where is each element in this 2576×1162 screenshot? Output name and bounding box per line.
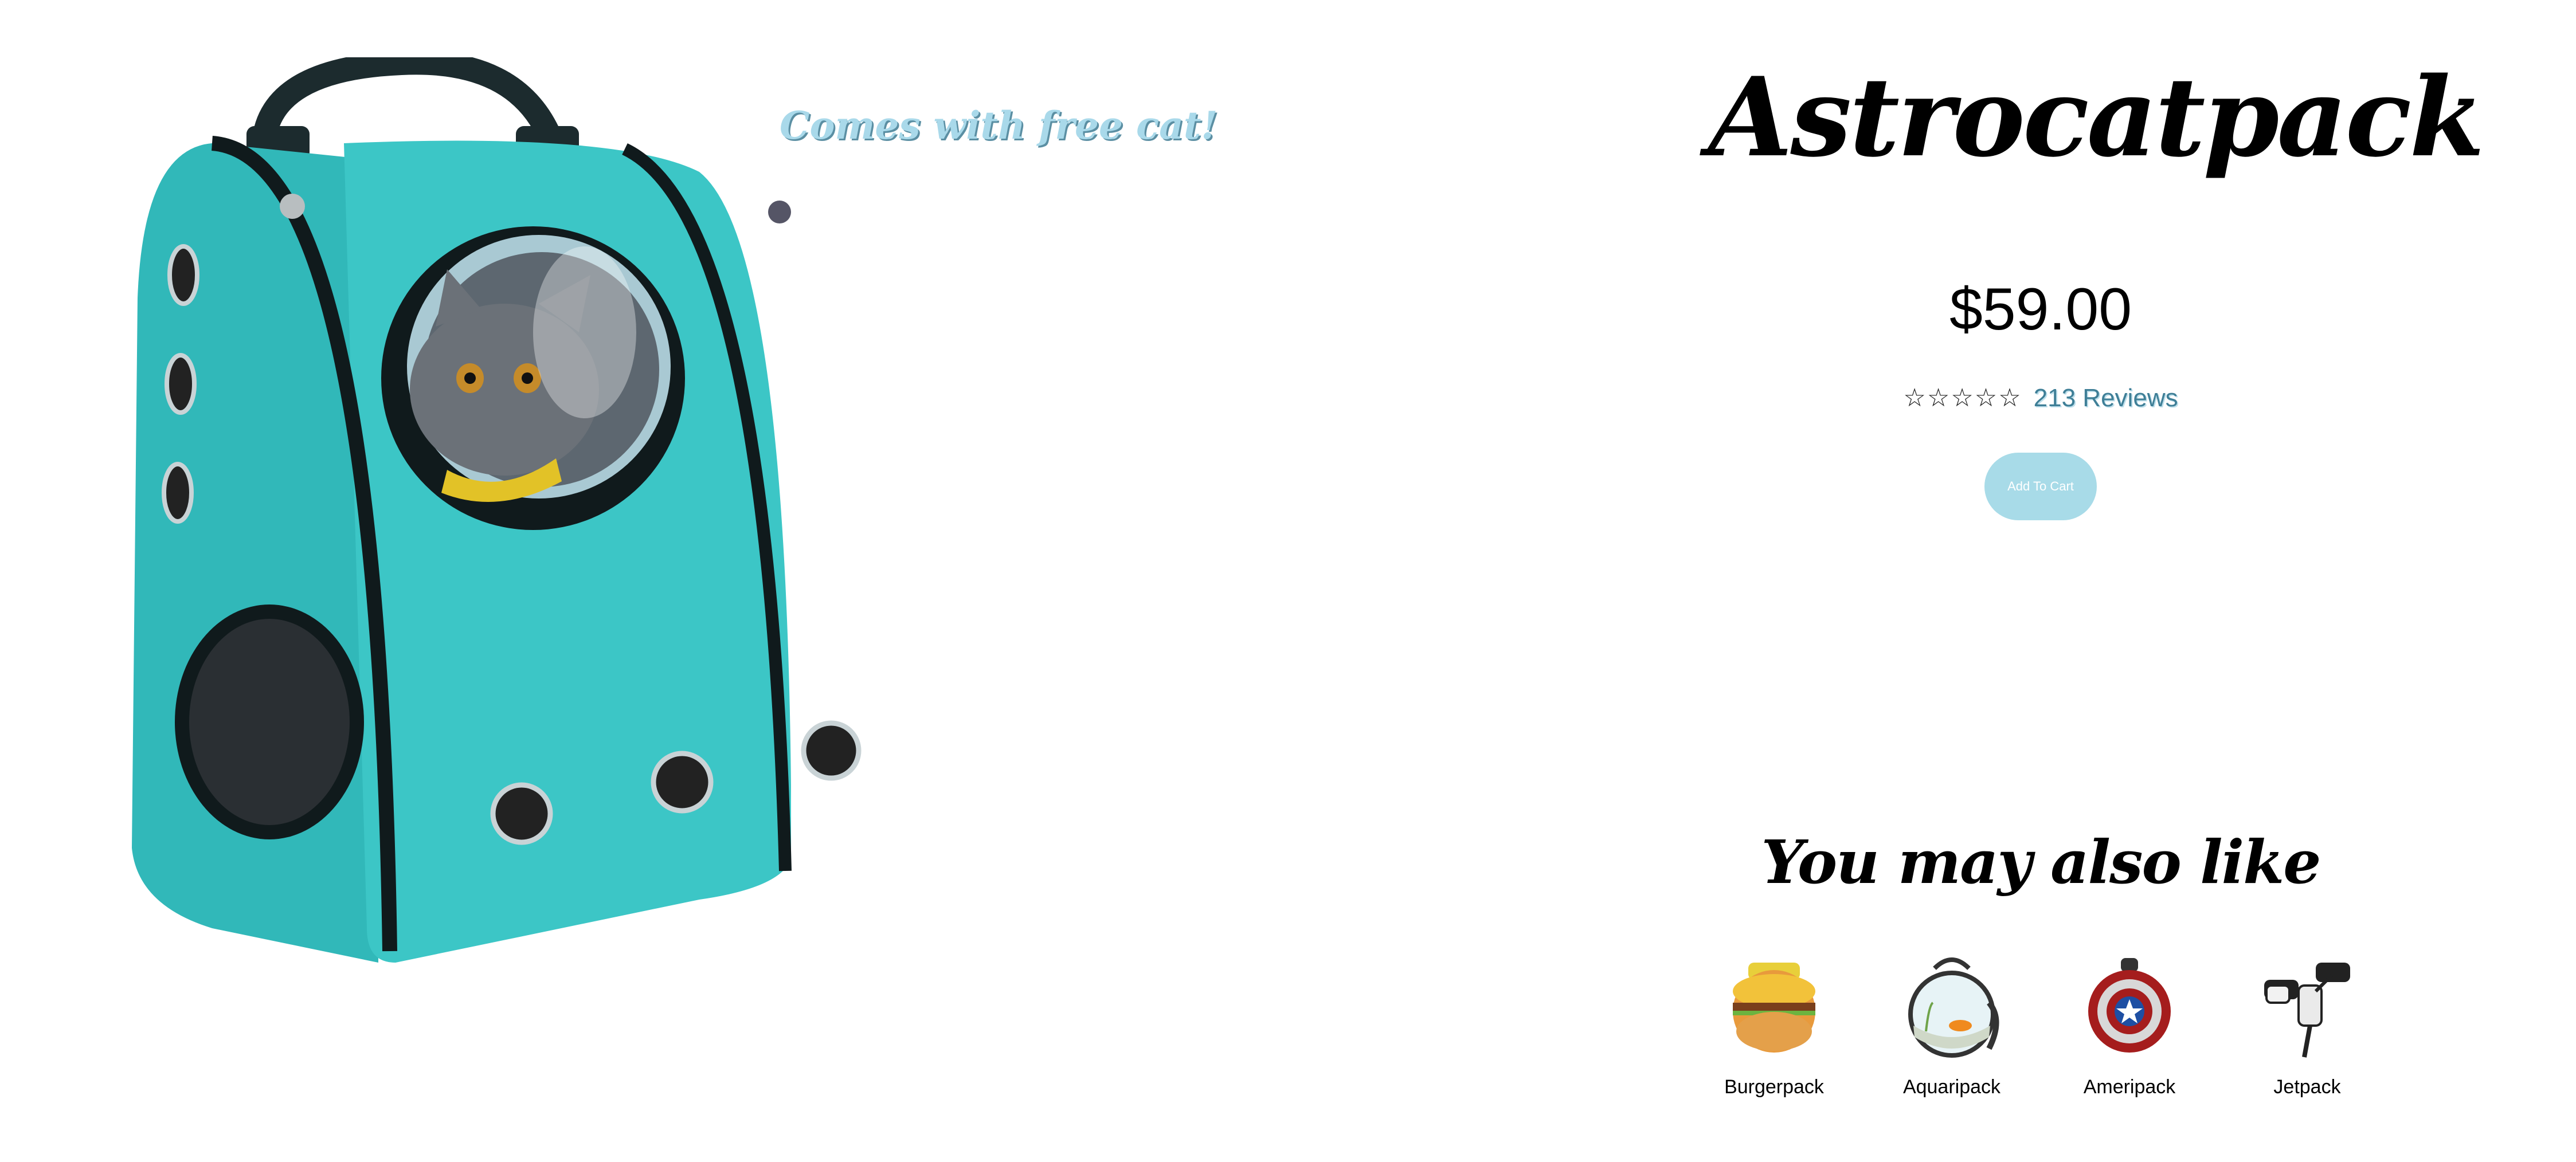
reviews-link[interactable]: 213 Reviews <box>2034 384 2178 413</box>
star-empty-icon: ☆ <box>1974 383 1998 413</box>
rec-item-aquaripack[interactable]: Aquaripack <box>1892 951 2012 1098</box>
aquaripack-thumbnail[interactable] <box>1903 951 2000 1060</box>
jetpack-thumbnail[interactable] <box>2258 951 2356 1060</box>
recommendations-section: You may also like Burgerpack Aquaripack … <box>1708 825 2373 1098</box>
add-to-cart-button[interactable]: Add To Cart <box>1984 453 2097 520</box>
product-info: Astrocatpack $59.00 ☆ ☆ ☆ ☆ ☆ 213 Review… <box>1708 52 2485 520</box>
star-empty-icon: ☆ <box>1903 383 1926 413</box>
recommendations-title: You may also like <box>1761 827 2321 897</box>
rec-item-burgerpack[interactable]: Burgerpack <box>1714 951 1834 1098</box>
product-rating: ☆ ☆ ☆ ☆ ☆ 213 Reviews <box>1708 384 2373 413</box>
rec-item-label: Jetpack <box>2273 1076 2341 1098</box>
recommendations-list: Burgerpack Aquaripack Ameripack Jetpack <box>1708 951 2373 1098</box>
product-price: $59.00 <box>1949 276 2132 343</box>
rec-item-label: Burgerpack <box>1724 1076 1824 1098</box>
product-tagline: Comes with free cat! <box>780 103 1218 148</box>
rec-item-ameripack[interactable]: Ameripack <box>2069 951 2190 1098</box>
rec-item-label: Aquaripack <box>1902 1076 2001 1098</box>
star-empty-icon: ☆ <box>1927 383 1950 413</box>
product-page: Comes with free cat! Astrocatpack $59.00… <box>0 0 2576 1162</box>
product-title: Astrocatpack <box>1708 53 2485 181</box>
ameripack-thumbnail[interactable] <box>2081 951 2178 1060</box>
rec-item-label: Ameripack <box>2083 1076 2176 1098</box>
rec-item-jetpack[interactable]: Jetpack <box>2247 951 2367 1098</box>
star-rating: ☆ ☆ ☆ ☆ ☆ <box>1903 386 2021 411</box>
star-empty-icon: ☆ <box>1951 383 1974 413</box>
star-empty-icon: ☆ <box>1998 383 2021 413</box>
burgerpack-thumbnail[interactable] <box>1725 951 1823 1060</box>
product-image <box>23 57 940 1008</box>
